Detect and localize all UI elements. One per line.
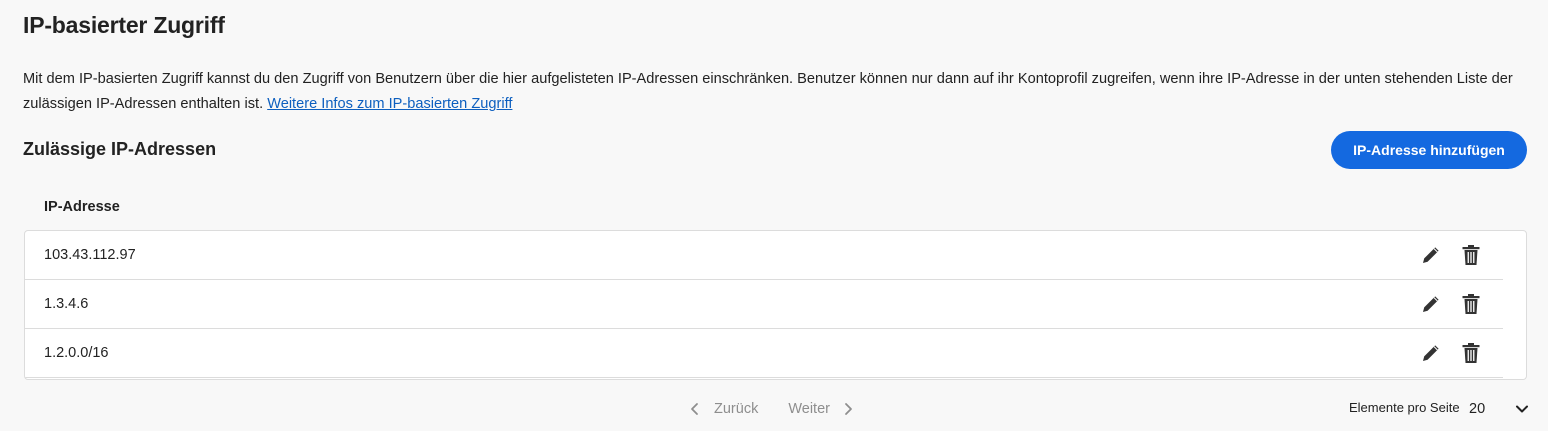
pencil-icon xyxy=(1423,296,1439,312)
next-page-button[interactable]: Weiter xyxy=(788,401,856,417)
items-per-page-label: Elemente pro Seite xyxy=(1349,400,1460,415)
learn-more-link[interactable]: Weitere Infos zum IP-basierten Zugriff xyxy=(267,96,512,112)
previous-page-button[interactable]: Zurück xyxy=(688,401,758,417)
ip-address-cell: 1.2.0.0/16 xyxy=(44,345,109,361)
page-title: IP-basierter Zugriff xyxy=(23,12,225,38)
ip-address-cell: 103.43.112.97 xyxy=(44,247,136,263)
items-per-page-select[interactable]: 20 xyxy=(1469,398,1531,420)
pencil-icon xyxy=(1423,247,1439,263)
next-page-label: Weiter xyxy=(788,401,830,417)
column-header-ip-address: IP-Adresse xyxy=(44,199,120,215)
pencil-icon xyxy=(1423,345,1439,361)
table-row: 1.2.0.0/16 xyxy=(25,329,1503,378)
trash-icon xyxy=(1462,343,1480,363)
description-text: Mit dem IP-basierten Zugriff kannst du d… xyxy=(23,71,1513,112)
table-row: 103.43.112.97 xyxy=(25,231,1503,280)
ip-address-cell: 1.3.4.6 xyxy=(44,296,89,312)
add-ip-address-button[interactable]: IP-Adresse hinzufügen xyxy=(1331,131,1527,169)
edit-button[interactable] xyxy=(1420,244,1442,266)
delete-button[interactable] xyxy=(1460,244,1482,266)
edit-button[interactable] xyxy=(1420,293,1442,315)
pagination: Zurück Weiter xyxy=(688,398,856,420)
page-description: Mit dem IP-basierten Zugriff kannst du d… xyxy=(23,67,1533,117)
trash-icon xyxy=(1462,294,1480,314)
previous-page-label: Zurück xyxy=(714,401,759,417)
edit-button[interactable] xyxy=(1420,342,1442,364)
table-row: 1.3.4.6 xyxy=(25,280,1503,329)
section-title: Zulässige IP-Adressen xyxy=(23,139,217,159)
ip-address-table: 103.43.112.97 1.3.4.6 1.2.0.0/16 xyxy=(24,230,1527,380)
chevron-left-icon xyxy=(691,403,698,415)
delete-button[interactable] xyxy=(1460,342,1482,364)
delete-button[interactable] xyxy=(1460,293,1482,315)
chevron-down-icon xyxy=(1516,405,1528,413)
chevron-right-icon xyxy=(845,403,852,415)
trash-icon xyxy=(1462,245,1480,265)
items-per-page-value: 20 xyxy=(1469,401,1486,417)
